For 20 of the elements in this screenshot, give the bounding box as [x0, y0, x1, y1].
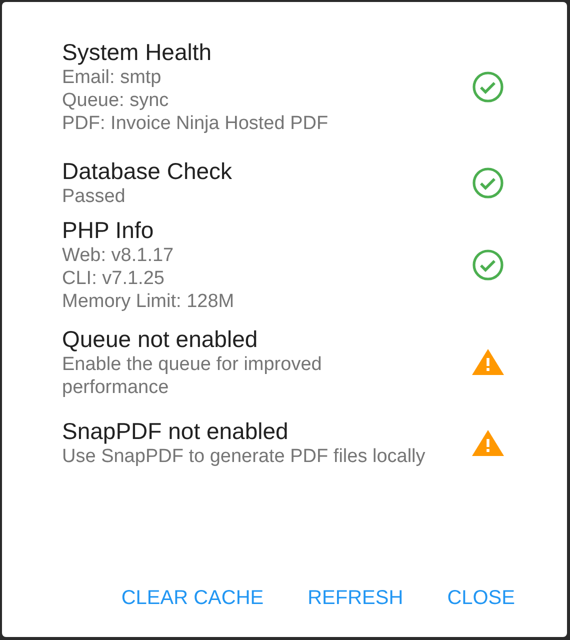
- check-circle-icon: [471, 70, 505, 104]
- check-title: Database Check: [62, 157, 234, 185]
- dialog-button[interactable]: REFRESH: [296, 577, 416, 619]
- check-detail: Passed: [62, 185, 126, 208]
- check-detail: Queue: sync: [62, 89, 170, 112]
- check-detail: Web: v8.1.17: [62, 244, 175, 267]
- dialog-button[interactable]: CLOSE: [435, 577, 527, 619]
- check-circle-icon: [471, 166, 505, 200]
- check-title: PHP Info: [62, 216, 155, 244]
- check-detail: Use SnapPDF to generate PDF files locally: [62, 445, 426, 468]
- check-title: SnapPDF not enabled: [62, 417, 290, 445]
- check-detail: PDF: Invoice Ninja Hosted PDF: [62, 112, 330, 135]
- check-detail: CLI: v7.1.25: [62, 267, 166, 290]
- check-detail: Enable the queue for improved performance: [62, 353, 323, 399]
- check-detail: Memory Limit: 128M: [62, 290, 236, 313]
- check-title: Queue not enabled: [62, 325, 259, 353]
- check-detail: Email: smtp: [62, 66, 162, 89]
- dialog-button[interactable]: CLEAR CACHE: [109, 577, 276, 619]
- check-circle-icon: [471, 248, 505, 282]
- check-title: System Health: [62, 38, 213, 66]
